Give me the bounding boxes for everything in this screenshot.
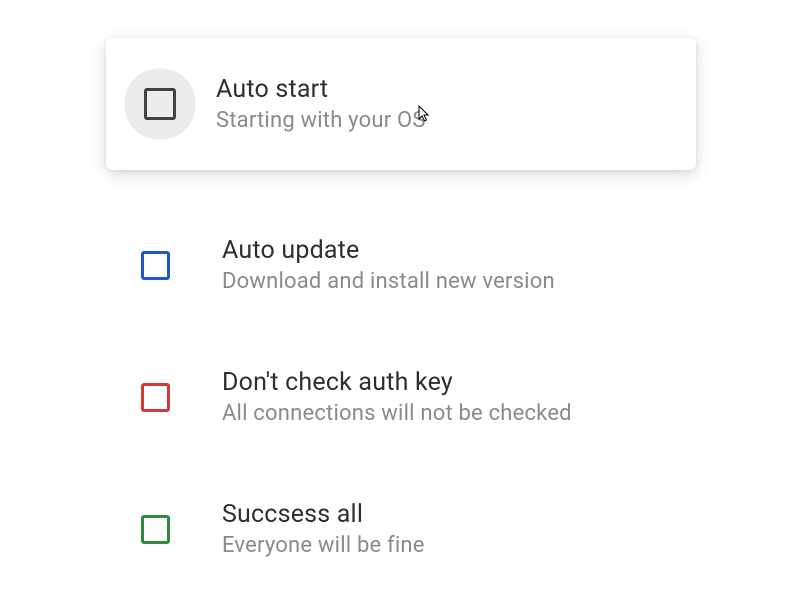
option-auto-start[interactable]: Auto start Starting with your OS [106, 38, 696, 170]
checkbox-icon[interactable] [141, 383, 170, 412]
checkbox-wrap [138, 512, 172, 546]
option-text: Auto start Starting with your OS [216, 75, 426, 133]
option-text: Auto update Download and install new ver… [222, 236, 555, 294]
option-auto-update[interactable]: Auto update Download and install new ver… [106, 218, 696, 312]
checkbox-wrap [138, 248, 172, 282]
option-text: Succsess all Everyone will be fine [222, 500, 425, 558]
checkbox-icon[interactable] [141, 515, 170, 544]
option-subtitle: Download and install new version [222, 269, 555, 294]
option-title: Succsess all [222, 500, 425, 529]
checkbox-icon[interactable] [141, 251, 170, 280]
option-text: Don't check auth key All connections wil… [222, 368, 572, 426]
option-title: Auto update [222, 236, 555, 265]
option-dont-check-auth[interactable]: Don't check auth key All connections wil… [106, 350, 696, 444]
checkbox-wrap [138, 380, 172, 414]
option-title: Auto start [216, 75, 426, 104]
checkbox-icon[interactable] [144, 88, 176, 120]
option-success-all[interactable]: Succsess all Everyone will be fine [106, 482, 696, 576]
option-subtitle: All connections will not be checked [222, 401, 572, 426]
settings-list: Auto start Starting with your OS Auto up… [106, 38, 696, 576]
option-subtitle: Starting with your OS [216, 108, 426, 133]
option-title: Don't check auth key [222, 368, 572, 397]
checkbox-wrap [124, 68, 196, 140]
option-subtitle: Everyone will be fine [222, 533, 425, 558]
